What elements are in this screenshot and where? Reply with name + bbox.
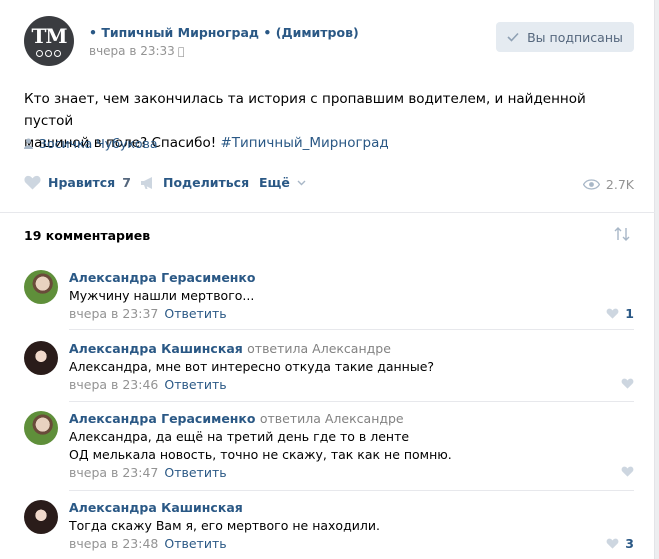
comment-text: Александра, да ещё на третий день где то…	[69, 428, 629, 464]
eye-icon	[582, 179, 600, 190]
subscribed-button[interactable]: Вы подписаны	[496, 22, 634, 52]
post-time-text: вчера в 23:33	[89, 44, 175, 58]
avatar[interactable]	[24, 270, 58, 304]
divider	[0, 212, 655, 213]
comment: Александра Кашинская Тогда скажу Вам я, …	[24, 500, 634, 552]
views-counter: 2.7K	[582, 177, 634, 192]
share-label: Поделиться	[163, 175, 250, 190]
post-author[interactable]: Зосичка Чубукова	[24, 136, 158, 151]
comment-like-button[interactable]: 3	[606, 536, 634, 551]
like-label: Нравится	[48, 175, 116, 190]
post-author-name: Зосичка Чубукова	[39, 136, 158, 151]
comment-author-name: Александра Герасименко	[69, 270, 256, 285]
comment-meta: вчера в 23:48 Ответить	[69, 536, 227, 551]
comment-author-name: Александра Герасименко	[69, 411, 256, 426]
comments-count: 19 комментариев	[24, 228, 151, 243]
comment-divider	[69, 401, 634, 402]
comment: Александра Герасименко Мужчину нашли мер…	[24, 270, 634, 322]
chevron-down-icon	[297, 180, 306, 185]
like-button[interactable]: Нравится 7	[24, 175, 131, 190]
comment-author-name: Александра Кашинская	[69, 341, 243, 356]
reply-link[interactable]: Ответить	[164, 377, 226, 392]
comment-text-line: Александра, да ещё на третий день где то…	[69, 429, 410, 444]
comment-divider	[69, 490, 634, 491]
comment-text-line: ОД мелькала новость, точно не скажу, так…	[69, 447, 452, 462]
comment-like-count: 1	[625, 306, 634, 321]
comment-text-line: Александра, мне вот интересно откуда так…	[69, 359, 435, 374]
user-icon	[24, 138, 33, 149]
post-header: TM • Типичный Мирноград • (Димитров) вче…	[24, 16, 634, 66]
post-actions: Нравится 7 Поделиться Ещё 2.7K	[24, 175, 634, 197]
sort-icon[interactable]	[612, 226, 632, 242]
heart-icon	[606, 308, 619, 319]
comment: Александра Кашинская ответила Александре…	[24, 341, 634, 393]
avatar[interactable]	[24, 500, 58, 534]
comment-divider	[69, 329, 634, 330]
apple-icon: 	[178, 45, 185, 58]
check-icon	[507, 32, 519, 42]
share-button[interactable]: Поделиться	[140, 175, 249, 190]
comment-text: Мужчину нашли мертвого...	[69, 287, 629, 305]
avatar[interactable]	[24, 341, 58, 375]
group-avatar[interactable]: TM	[24, 16, 74, 66]
comment: Александра Герасименко ответила Александ…	[24, 411, 634, 481]
comment-like-count: 3	[625, 536, 634, 551]
group-name-link[interactable]: • Типичный Мирноград • (Димитров)	[89, 25, 359, 40]
comment-reply-to: ответила Александре	[259, 411, 404, 426]
post-card: TM • Типичный Мирноград • (Димитров) вче…	[0, 0, 655, 559]
comment-like-button[interactable]: 1	[606, 306, 634, 321]
hashtag-link[interactable]: #Типичный_Мирноград	[220, 135, 388, 151]
more-label: Ещё	[259, 175, 290, 190]
megaphone-icon	[141, 176, 152, 189]
comment-time[interactable]: вчера в 23:46	[69, 377, 158, 392]
comment-meta: вчера в 23:46 Ответить	[69, 377, 227, 392]
subscribed-label: Вы подписаны	[527, 29, 623, 45]
comment-author[interactable]: Александра Герасименко	[69, 270, 256, 285]
heart-icon	[24, 175, 41, 190]
comment-time[interactable]: вчера в 23:37	[69, 306, 158, 321]
avatar-dots-icon	[36, 50, 61, 57]
reply-link[interactable]: Ответить	[164, 465, 226, 480]
views-count: 2.7K	[605, 177, 634, 192]
post-text-line1: Кто знает, чем закончилась та история с …	[24, 91, 586, 129]
comment-meta: вчера в 23:37 Ответить	[69, 306, 227, 321]
comment-author[interactable]: Александра Герасименко ответила Александ…	[69, 411, 404, 426]
heart-icon	[621, 378, 634, 389]
comment-time[interactable]: вчера в 23:47	[69, 465, 158, 480]
heart-icon	[606, 538, 619, 549]
reply-link[interactable]: Ответить	[164, 306, 226, 321]
comment-author-name: Александра Кашинская	[69, 500, 243, 515]
comment-like-button[interactable]	[621, 378, 634, 389]
comment-reply-to: ответила Александре	[247, 341, 391, 356]
avatar[interactable]	[24, 411, 58, 445]
comment-author[interactable]: Александра Кашинская	[69, 500, 243, 515]
comment-like-button[interactable]	[621, 466, 634, 477]
comment-text-line: Мужчину нашли мертвого...	[69, 288, 255, 303]
comment-text: Александра, мне вот интересно откуда так…	[69, 358, 629, 376]
comment-meta: вчера в 23:47 Ответить	[69, 465, 227, 480]
comment-text-line: Тогда скажу Вам я, его мертвого не наход…	[69, 518, 380, 533]
more-button[interactable]: Ещё	[259, 175, 306, 190]
like-count: 7	[122, 175, 131, 190]
comment-time[interactable]: вчера в 23:48	[69, 536, 158, 551]
post-time[interactable]: вчера в 23:33	[89, 44, 184, 58]
group-avatar-text: TM	[31, 24, 67, 48]
comment-text: Тогда скажу Вам я, его мертвого не наход…	[69, 517, 629, 535]
comment-author[interactable]: Александра Кашинская ответила Александре	[69, 341, 391, 356]
reply-link[interactable]: Ответить	[164, 536, 226, 551]
heart-icon	[621, 466, 634, 477]
